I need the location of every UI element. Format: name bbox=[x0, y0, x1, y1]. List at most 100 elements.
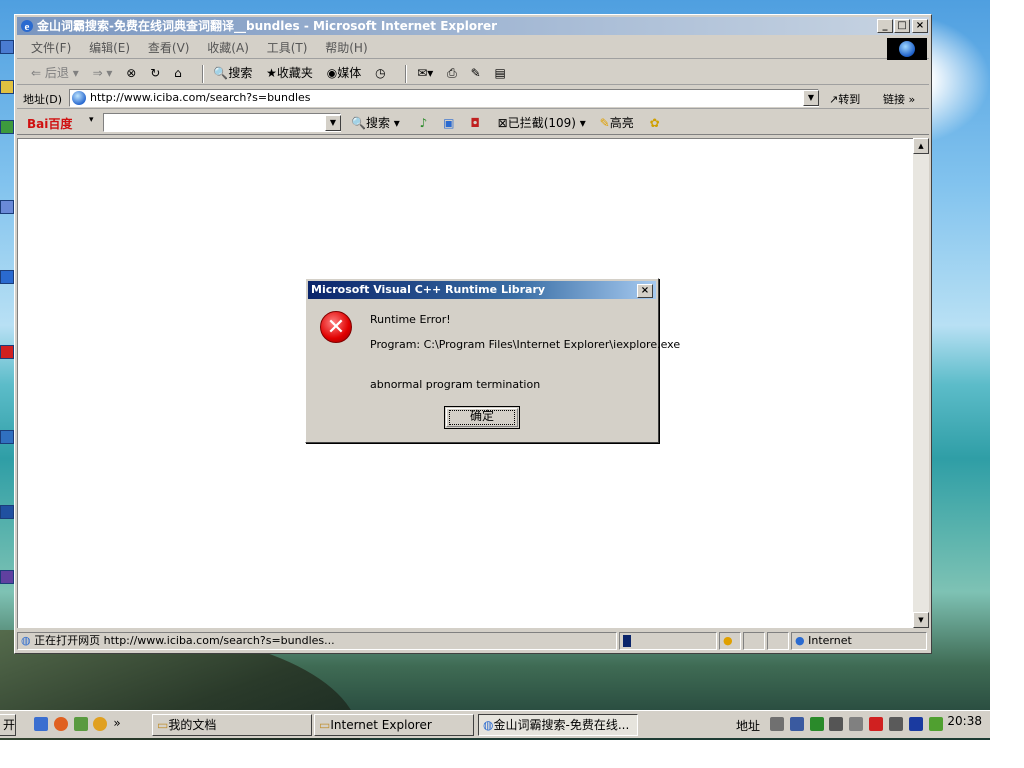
highlighter-icon: ✎ bbox=[599, 116, 610, 130]
volume-icon[interactable] bbox=[770, 716, 784, 731]
desktop-icon[interactable] bbox=[0, 200, 14, 214]
baidu-search-input[interactable] bbox=[103, 113, 341, 132]
tray-app-icon[interactable] bbox=[809, 716, 824, 731]
baidu-menu-arrow[interactable]: ▾ bbox=[89, 115, 94, 125]
runtime-error-dialog: Microsoft Visual C++ Runtime Library × ✕… bbox=[305, 278, 680, 443]
show-desktop-icon[interactable] bbox=[34, 716, 48, 731]
forward-button[interactable]: ⇒ ▾ bbox=[93, 61, 113, 85]
vertical-scrollbar[interactable]: ▲ ▼ bbox=[913, 138, 929, 628]
task-iciba-page[interactable]: ◍金山词霸搜索-免费在线... bbox=[478, 714, 638, 736]
search-label: 搜索 bbox=[228, 66, 253, 80]
baidu-logo[interactable]: Bai百度 bbox=[27, 115, 72, 132]
settings-icon[interactable]: ✿ bbox=[650, 116, 660, 130]
browser-icon[interactable] bbox=[93, 716, 108, 731]
minimize-button[interactable]: _ bbox=[877, 19, 893, 33]
stop-icon[interactable]: ⊗ bbox=[126, 61, 136, 85]
desktop-icon[interactable] bbox=[0, 120, 14, 134]
antivirus-icon[interactable] bbox=[869, 716, 884, 731]
language-icon[interactable] bbox=[908, 716, 923, 731]
toolbar-separator bbox=[405, 64, 408, 83]
popup-blocker-button[interactable]: ⊠已拦截(109) ▾ bbox=[498, 116, 586, 130]
favorites-button[interactable]: ★收藏夹 bbox=[266, 61, 313, 85]
task-my-documents[interactable]: ▭我的文档 bbox=[152, 714, 312, 736]
standard-toolbar: ⇐ 后退 ▾ ⇒ ▾ ⊗ ↻ ⌂ 🔍搜索 ★收藏夹 ◉媒体 ◷ ✉▾ ⎙ ✎ ▤ bbox=[17, 61, 929, 85]
tray-app-icon[interactable] bbox=[829, 716, 844, 731]
zone-label: Internet bbox=[808, 634, 852, 647]
desktop-icon[interactable] bbox=[0, 345, 14, 359]
news-icon[interactable]: ◘ bbox=[470, 116, 480, 130]
desktop-icon[interactable] bbox=[0, 505, 14, 519]
ok-button[interactable]: 确定 bbox=[444, 406, 520, 429]
blocked-label: 已拦截(109) bbox=[507, 116, 576, 130]
baidu-search-button[interactable]: 🔍搜索 ▾ bbox=[351, 116, 400, 130]
error-icon: ✕ bbox=[320, 311, 352, 343]
task-label: 金山词霸搜索-免费在线... bbox=[493, 718, 630, 732]
media-button[interactable]: ◉媒体 bbox=[327, 61, 362, 85]
menu-edit[interactable]: 编辑(E) bbox=[89, 41, 130, 55]
taskbar: 开始 » ▭我的文档 ▭Internet Explorer ◍金山词霸搜索-免费… bbox=[0, 710, 990, 738]
quick-launch-more[interactable]: » bbox=[113, 716, 120, 730]
print-icon[interactable]: ⎙ bbox=[447, 61, 457, 85]
task-internet-explorer[interactable]: ▭Internet Explorer bbox=[314, 714, 474, 736]
dialog-close-button[interactable]: × bbox=[637, 284, 653, 298]
links-button[interactable]: 链接 » bbox=[883, 91, 915, 107]
desktop-icon-strip bbox=[0, 0, 14, 640]
menu-bar: 文件(F) 编辑(E) 查看(V) 收藏(A) 工具(T) 帮助(H) bbox=[17, 37, 929, 60]
menu-file[interactable]: 文件(F) bbox=[31, 41, 71, 55]
mail-icon[interactable]: ✉▾ bbox=[417, 61, 433, 85]
favorites-label: 收藏夹 bbox=[276, 66, 313, 80]
status-text: 正在打开网页 http://www.iciba.com/search?s=bun… bbox=[34, 634, 335, 647]
ie-logo-icon: e bbox=[19, 18, 35, 34]
baidu-toolbar-items: 🔍搜索 ▾ ♪ ▣ ◘ ⊠已拦截(109) ▾ ✎高亮 ✿ bbox=[351, 111, 660, 135]
search-button[interactable]: 🔍搜索 bbox=[213, 61, 252, 85]
desktop-icon[interactable] bbox=[0, 430, 14, 444]
desktop-icon[interactable] bbox=[0, 40, 14, 54]
loading-page-icon: ◍ bbox=[21, 634, 31, 647]
network-icon[interactable] bbox=[789, 716, 804, 731]
address-input[interactable]: http://www.iciba.com/search?s=bundles bbox=[69, 89, 819, 107]
dialog-titlebar[interactable]: Microsoft Visual C++ Runtime Library × bbox=[308, 281, 656, 299]
scroll-up-icon[interactable]: ▲ bbox=[913, 138, 929, 154]
menu-favorites[interactable]: 收藏(A) bbox=[207, 41, 249, 55]
menu-tools[interactable]: 工具(T) bbox=[267, 41, 308, 55]
close-button[interactable]: × bbox=[912, 19, 928, 33]
address-url: http://www.iciba.com/search?s=bundles bbox=[90, 91, 311, 104]
tray-app-icon[interactable] bbox=[849, 716, 864, 731]
start-button[interactable]: 开始 bbox=[0, 714, 16, 736]
toolbar-separator bbox=[201, 64, 204, 83]
discuss-icon[interactable]: ▤ bbox=[494, 61, 505, 85]
ime-icon[interactable] bbox=[928, 716, 943, 731]
address-dropdown-button[interactable]: ▼ bbox=[803, 90, 819, 106]
address-bar: 地址(D) http://www.iciba.com/search?s=bund… bbox=[17, 87, 929, 109]
folder-icon: ▭ bbox=[157, 718, 169, 732]
start-label: 开始 bbox=[3, 718, 16, 732]
task-label: 我的文档 bbox=[168, 718, 217, 732]
menu-view[interactable]: 查看(V) bbox=[148, 41, 190, 55]
ie-titlebar[interactable]: e 金山词霸搜索-免费在线词典查词翻译__bundles - Microsoft… bbox=[17, 17, 929, 35]
desktop-icon[interactable] bbox=[0, 570, 14, 584]
music-icon[interactable]: ♪ bbox=[420, 116, 428, 130]
highlight-button[interactable]: ✎高亮 bbox=[600, 116, 634, 130]
desktop-icon[interactable] bbox=[0, 80, 14, 94]
media-icon: ◉ bbox=[326, 66, 338, 80]
go-button[interactable]: ↗转到 bbox=[829, 91, 860, 107]
tray-app-icon[interactable] bbox=[888, 716, 903, 731]
clock[interactable]: 20:38 bbox=[947, 714, 982, 728]
scroll-down-icon[interactable]: ▼ bbox=[913, 612, 929, 628]
screen-margin-bottom bbox=[0, 740, 1024, 768]
media-player-icon[interactable] bbox=[53, 716, 68, 731]
image-icon[interactable]: ▣ bbox=[443, 116, 454, 130]
refresh-icon[interactable]: ↻ bbox=[150, 61, 160, 85]
edit-icon[interactable]: ✎ bbox=[471, 61, 481, 85]
tray-icons bbox=[770, 716, 945, 731]
history-icon[interactable]: ◷ bbox=[375, 61, 385, 85]
home-icon[interactable]: ⌂ bbox=[174, 61, 182, 85]
back-label: 后退 bbox=[44, 66, 69, 80]
baidu-dropdown-button[interactable]: ▼ bbox=[325, 115, 341, 131]
menu-help[interactable]: 帮助(H) bbox=[325, 41, 367, 55]
edit-doc-icon[interactable] bbox=[73, 716, 88, 731]
maximize-button[interactable]: □ bbox=[894, 19, 910, 33]
svg-text:e: e bbox=[25, 21, 30, 33]
desktop-icon[interactable] bbox=[0, 270, 14, 284]
back-button[interactable]: ⇐ 后退 ▾ bbox=[31, 61, 79, 85]
